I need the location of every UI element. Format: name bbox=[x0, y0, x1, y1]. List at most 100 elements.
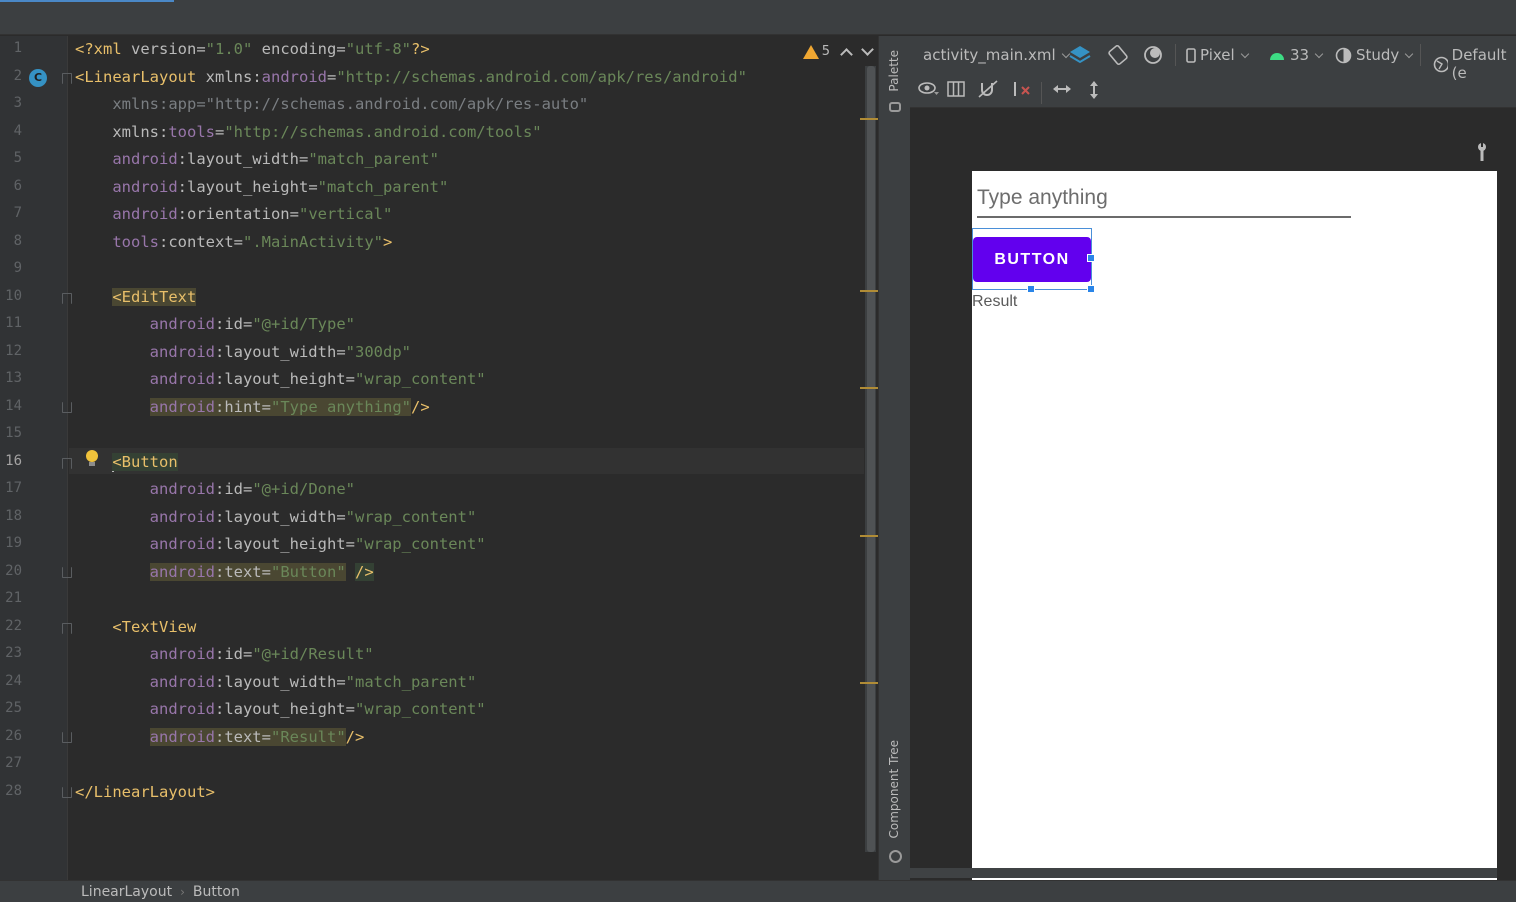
fold-open-icon[interactable] bbox=[62, 73, 72, 84]
line-number: 5 bbox=[13, 150, 22, 166]
fold-close-icon[interactable] bbox=[62, 732, 72, 743]
line-number-current: 16 bbox=[5, 453, 22, 469]
palette-icon[interactable] bbox=[889, 102, 901, 112]
line-number: 7 bbox=[13, 205, 22, 221]
wrench-icon[interactable] bbox=[1477, 143, 1486, 161]
resize-handle[interactable] bbox=[1087, 254, 1095, 262]
line-number: 11 bbox=[5, 315, 22, 331]
code-line-14: android:hint="Type anything"/> bbox=[149, 398, 430, 416]
design-toolbar: activity_main.xml Pixel 33 Study Default… bbox=[910, 36, 1516, 108]
view-options-button[interactable] bbox=[918, 80, 940, 96]
code-line-11: android:id="@+id/Type" bbox=[149, 315, 355, 333]
current-line-highlight bbox=[69, 448, 864, 474]
code-line-5: android:layout_width="match_parent" bbox=[112, 150, 439, 168]
code-line-12: android:layout_width="300dp" bbox=[149, 343, 411, 361]
canvas-horizontal-scrollbar[interactable] bbox=[910, 868, 1497, 878]
line-number: 27 bbox=[5, 755, 22, 771]
globe-icon bbox=[1433, 56, 1448, 72]
editor-scrollbar-thumb[interactable] bbox=[867, 66, 875, 852]
warning-marker[interactable] bbox=[860, 535, 878, 537]
inspection-widget[interactable]: 5 bbox=[802, 43, 874, 61]
columns-icon bbox=[947, 81, 965, 97]
chevron-up-icon[interactable] bbox=[840, 47, 853, 61]
orientation-button[interactable] bbox=[1106, 44, 1130, 66]
fold-open-icon[interactable] bbox=[62, 458, 72, 469]
globe-icon[interactable] bbox=[889, 850, 902, 863]
clear-constraints-icon bbox=[1014, 82, 1030, 96]
line-number: 18 bbox=[5, 508, 22, 524]
resize-handle[interactable] bbox=[1087, 285, 1095, 293]
chevron-down-icon bbox=[1314, 49, 1324, 58]
code-line-10: <EditText bbox=[112, 288, 197, 306]
class-gutter-icon[interactable]: C bbox=[29, 69, 47, 87]
breadcrumb-bar: LinearLayout › Button bbox=[0, 880, 1516, 902]
clear-constraints-button[interactable] bbox=[1012, 80, 1032, 98]
vertical-arrows-icon bbox=[1090, 81, 1098, 99]
file-dropdown-label: activity_main.xml bbox=[923, 46, 1056, 64]
warning-icon[interactable] bbox=[802, 44, 819, 59]
warning-count[interactable]: 5 bbox=[822, 44, 830, 59]
code-editor[interactable]: 1 2 3 4 5 6 7 8 9 10 11 12 13 14 15 16 1… bbox=[0, 36, 878, 880]
breadcrumb-item-button[interactable]: Button bbox=[193, 884, 240, 900]
android-icon bbox=[1270, 53, 1284, 60]
chevron-down-icon[interactable] bbox=[861, 43, 874, 56]
code-line-24: android:layout_width="match_parent" bbox=[149, 673, 477, 691]
palette-tab[interactable]: Palette bbox=[887, 50, 901, 92]
component-tree-tab[interactable]: Component Tree bbox=[887, 740, 901, 838]
code-line-17: android:id="@+id/Done" bbox=[149, 480, 355, 498]
code-line-2: <LinearLayout xmlns:android="http://sche… bbox=[75, 68, 747, 86]
edittext-preview[interactable]: Type anything bbox=[977, 186, 1351, 218]
line-number: 22 bbox=[5, 618, 22, 634]
line-number: 4 bbox=[13, 123, 22, 139]
breadcrumb-item-linearlayout[interactable]: LinearLayout bbox=[81, 884, 172, 900]
line-number: 28 bbox=[5, 783, 22, 799]
layers-button[interactable] bbox=[1069, 44, 1091, 64]
toolbar-separator bbox=[1041, 82, 1042, 104]
chevron-down-icon bbox=[1405, 49, 1414, 58]
eye-icon bbox=[918, 82, 939, 95]
layers-icon bbox=[1069, 46, 1091, 64]
textview-preview[interactable]: Result bbox=[972, 293, 1017, 311]
line-number: 19 bbox=[5, 535, 22, 551]
api-level-dropdown[interactable]: 33 bbox=[1268, 46, 1324, 64]
code-line-22: <TextView bbox=[112, 618, 197, 636]
line-number: 10 bbox=[5, 288, 22, 304]
file-dropdown[interactable]: activity_main.xml bbox=[923, 46, 1070, 64]
warning-marker[interactable] bbox=[860, 118, 878, 120]
resize-handle[interactable] bbox=[1027, 285, 1035, 293]
line-number: 26 bbox=[5, 728, 22, 744]
chevron-down-icon bbox=[1240, 49, 1249, 58]
line-number: 25 bbox=[5, 700, 22, 716]
code-line-16: <Button bbox=[112, 453, 178, 472]
device-label: Pixel bbox=[1200, 46, 1235, 64]
fold-close-icon[interactable] bbox=[62, 402, 72, 413]
line-number: 14 bbox=[5, 398, 22, 414]
line-number: 3 bbox=[13, 95, 22, 111]
blueprint-button[interactable] bbox=[947, 80, 965, 98]
fold-close-icon[interactable] bbox=[62, 787, 72, 798]
code-line-19: android:layout_height="wrap_content" bbox=[149, 535, 486, 553]
top-tab-bar bbox=[0, 0, 1516, 35]
autoconnect-button[interactable] bbox=[978, 80, 998, 98]
toolbar-separator bbox=[1175, 44, 1176, 66]
expand-horizontal-button[interactable] bbox=[1052, 80, 1072, 98]
theme-icon bbox=[1335, 47, 1352, 63]
code-line-7: android:orientation="vertical" bbox=[112, 205, 393, 223]
code-line-25: android:layout_height="wrap_content" bbox=[149, 700, 486, 718]
code-line-28: </LinearLayout> bbox=[75, 783, 215, 801]
locale-dropdown[interactable]: Default (e bbox=[1433, 46, 1516, 82]
theme-dropdown[interactable]: Study bbox=[1335, 46, 1414, 64]
fold-open-icon[interactable] bbox=[62, 293, 72, 304]
fold-close-icon[interactable] bbox=[62, 567, 72, 578]
warning-marker[interactable] bbox=[860, 387, 878, 389]
expand-vertical-button[interactable] bbox=[1086, 80, 1102, 100]
night-mode-button[interactable] bbox=[1143, 44, 1165, 66]
device-dropdown[interactable]: Pixel bbox=[1186, 46, 1249, 64]
fold-open-icon[interactable] bbox=[62, 623, 72, 634]
warning-marker[interactable] bbox=[860, 682, 878, 684]
warning-marker[interactable] bbox=[860, 290, 878, 292]
line-number: 23 bbox=[5, 645, 22, 661]
code-line-4: xmlns:tools="http://schemas.android.com/… bbox=[75, 123, 542, 141]
magnet-off-icon bbox=[978, 80, 998, 98]
editor-gutter: 1 2 3 4 5 6 7 8 9 10 11 12 13 14 15 16 1… bbox=[0, 36, 72, 880]
